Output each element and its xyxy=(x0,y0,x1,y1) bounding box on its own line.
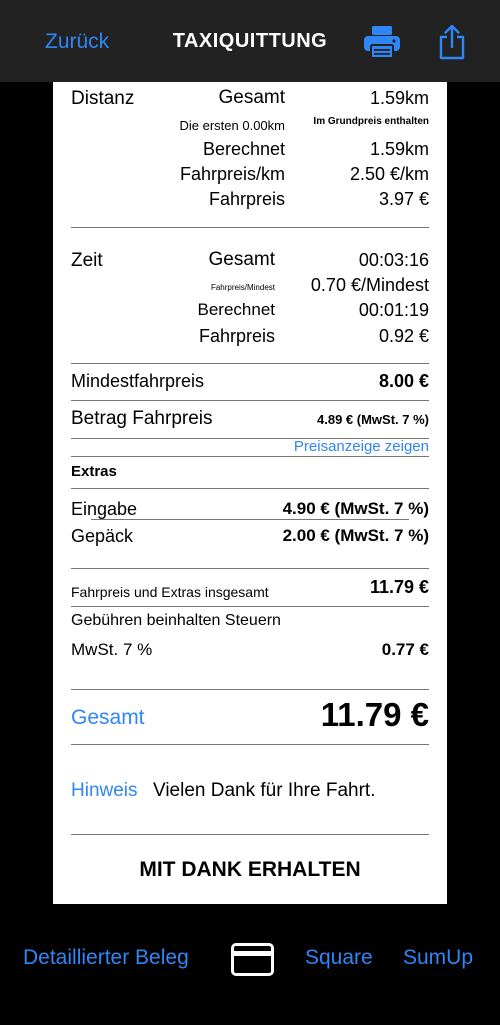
distance-first-label: Die ersten 0.00km xyxy=(179,118,286,133)
show-price-display-link[interactable]: Preisanzeige zeigen xyxy=(239,438,429,455)
received-stamp: MIT DANK ERHALTEN xyxy=(139,858,361,881)
distance-rate-value: 2.50 €/km xyxy=(349,164,429,184)
divider xyxy=(71,456,429,457)
extra-item-value: 2.00 € (MwSt. 7 %) xyxy=(282,526,429,545)
distance-first-value: Im Grundpreis enthalten xyxy=(313,116,429,127)
minimum-fare-label: Mindestfahrpreis xyxy=(71,371,205,391)
detailed-receipt-button[interactable]: Detaillierter Beleg xyxy=(23,946,189,970)
bottom-toolbar: Detaillierter Beleg Square SumUp xyxy=(0,904,500,1025)
taxes-heading: Gebühren beinhalten Steuern xyxy=(71,612,281,629)
navigation-bar: Zurück TAXIQUITTUNG xyxy=(0,0,500,82)
divider xyxy=(71,400,429,401)
subtotal-value: 11.79 € xyxy=(369,577,429,597)
time-fare-value: 0.92 € xyxy=(378,326,429,346)
distance-heading: Distanz xyxy=(71,88,135,109)
distance-total-value: 1.59km xyxy=(369,88,429,108)
vat-label: MwSt. 7 % xyxy=(71,640,153,659)
divider xyxy=(71,227,429,228)
distance-rate-label: Fahrpreis/km xyxy=(179,164,285,184)
divider xyxy=(71,568,429,569)
distance-charged-label: Berechnet xyxy=(202,139,285,159)
receipt: Distanz Gesamt 1.59km Die ersten 0.00km … xyxy=(53,82,447,904)
note-label: Hinweis xyxy=(71,780,138,801)
distance-fare-value: 3.97 € xyxy=(378,189,429,209)
note-text: Vielen Dank für Ihre Fahrt. xyxy=(153,780,376,801)
time-charged-label: Berechnet xyxy=(197,300,276,319)
time-total-value: 00:03:16 xyxy=(358,250,429,270)
fare-amount-label: Betrag Fahrpreis xyxy=(71,408,213,429)
time-charged-value: 00:01:19 xyxy=(358,300,429,320)
divider xyxy=(71,689,429,690)
page-title: TAXIQUITTUNG xyxy=(172,30,328,52)
subtotal-label: Fahrpreis und Extras insgesamt xyxy=(71,584,269,600)
extra-item-label: Gepäck xyxy=(71,526,134,546)
time-rate-value: 0.70 €/Mindest xyxy=(310,275,429,295)
square-button[interactable]: Square xyxy=(305,946,373,970)
vat-value: 0.77 € xyxy=(381,640,429,659)
time-heading: Zeit xyxy=(71,250,103,271)
sumup-button[interactable]: SumUp xyxy=(403,946,473,970)
distance-total-label: Gesamt xyxy=(218,87,285,108)
fare-amount-value: 4.89 € (MwSt. 7 %) xyxy=(317,412,429,427)
share-icon[interactable] xyxy=(438,24,466,60)
divider xyxy=(71,744,429,745)
divider xyxy=(71,488,429,489)
total-label: Gesamt xyxy=(71,706,145,729)
divider xyxy=(71,606,429,607)
time-total-label: Gesamt xyxy=(208,249,275,270)
distance-fare-label: Fahrpreis xyxy=(208,189,285,209)
minimum-fare-value: 8.00 € xyxy=(378,371,429,391)
divider xyxy=(71,363,429,364)
divider xyxy=(71,834,429,835)
extra-item-label: Eingabe xyxy=(71,499,138,519)
distance-charged-value: 1.59km xyxy=(369,139,429,159)
printer-icon[interactable] xyxy=(363,25,401,59)
credit-card-icon[interactable] xyxy=(231,943,274,976)
time-rate-label: Fahrpreis/Mindest xyxy=(210,283,275,292)
extra-item-value: 4.90 € (MwSt. 7 %) xyxy=(282,499,429,518)
time-fare-label: Fahrpreis xyxy=(198,326,275,346)
total-value: 11.79 € xyxy=(320,696,429,733)
divider xyxy=(91,519,409,520)
extras-heading: Extras xyxy=(71,463,117,480)
